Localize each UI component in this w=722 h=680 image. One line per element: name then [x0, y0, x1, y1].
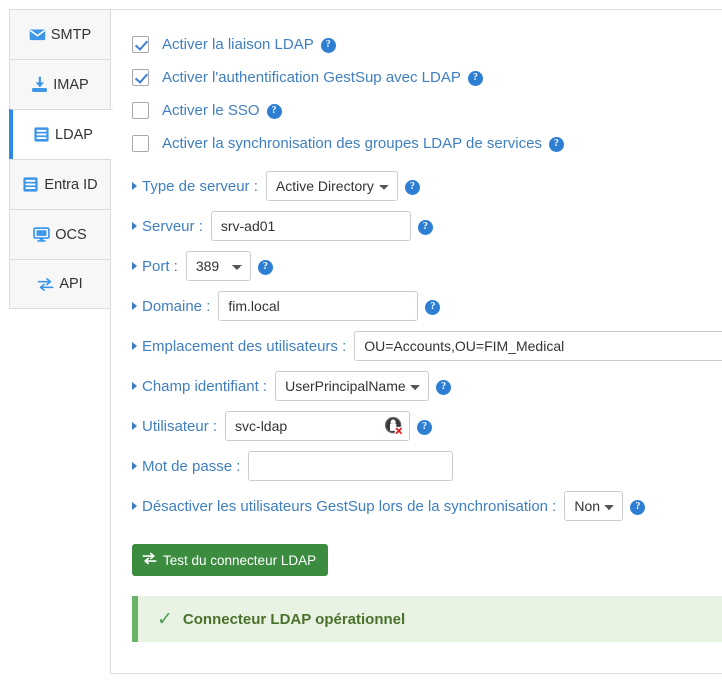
field-label-user: Utilisateur :	[132, 418, 217, 435]
sidebar-item-api[interactable]: API	[9, 259, 111, 309]
bullet-triangle-icon	[132, 502, 137, 510]
sidebar-item-label: OCS	[55, 226, 87, 243]
test-ldap-connector-button[interactable]: Test du connecteur LDAP	[132, 544, 329, 576]
domain-input[interactable]	[218, 291, 419, 321]
alert-message: Connecteur LDAP opérationnel	[182, 610, 406, 628]
sidebar-item-label: IMAP	[53, 76, 89, 93]
field-label-users-location: Emplacement des utilisateurs :	[132, 338, 346, 355]
server-type-select[interactable]: Active DirectoryOpenLDAP	[265, 171, 398, 201]
field-row-password: Mot de passe :	[132, 446, 722, 486]
desktop-icon	[33, 226, 51, 243]
password-input[interactable]	[248, 451, 454, 481]
users-location-input[interactable]	[354, 331, 722, 361]
field-row-user: Utilisateur : ?	[132, 406, 722, 446]
check-icon: ✓	[157, 608, 173, 630]
sidebar-item-label: LDAP	[55, 126, 93, 143]
bullet-triangle-icon	[132, 382, 137, 390]
test-button-row: Test du connecteur LDAP	[132, 544, 722, 576]
help-icon[interactable]: ?	[320, 37, 336, 53]
envelope-icon	[29, 26, 46, 43]
ldap-status-alert: ✓ Connecteur LDAP opérationnel	[132, 596, 722, 642]
bullet-triangle-icon	[132, 342, 137, 350]
ldap-settings-panel: Activer la liaison LDAP ? Activer l'auth…	[110, 9, 722, 674]
field-row-domain: Domaine : ?	[132, 286, 722, 326]
server-icon	[22, 176, 39, 193]
field-label-password: Mot de passe :	[132, 458, 240, 475]
disable-users-select[interactable]: NonOui	[564, 491, 624, 521]
checkbox-enable-gestsup-auth[interactable]	[132, 68, 149, 86]
sidebar-item-label: Entra ID	[44, 176, 98, 193]
field-row-server-type: Type de serveur : Active DirectoryOpenLD…	[132, 166, 722, 206]
bullet-triangle-icon	[132, 222, 137, 230]
sidebar-item-label: API	[59, 276, 83, 292]
bullet-triangle-icon	[132, 182, 137, 190]
sidebar-item-label: SMTP	[50, 26, 92, 43]
checkbox-enable-group-sync[interactable]	[132, 134, 149, 152]
field-row-users-location: Emplacement des utilisateurs : ?	[132, 326, 722, 366]
id-field-select[interactable]: UserPrincipalNamesAMAccountNamemailcn	[275, 371, 430, 401]
checkbox-label: Activer la synchronisation des groupes L…	[162, 134, 542, 152]
user-input[interactable]	[225, 411, 411, 441]
help-icon[interactable]: ?	[630, 499, 646, 515]
ldap-settings-page: SMTP IMAP LDAP Entra ID OCS API Activer …	[0, 0, 722, 680]
exchange-arrows-icon	[37, 276, 54, 293]
field-label-id-field: Champ identifiant :	[132, 378, 267, 395]
bullet-triangle-icon	[132, 422, 137, 430]
test-button-label: Test du connecteur LDAP	[163, 552, 317, 568]
help-icon[interactable]: ?	[548, 136, 564, 152]
server-input[interactable]	[210, 211, 411, 241]
sidebar-item-imap[interactable]: IMAP	[9, 59, 111, 109]
exchange-arrows-icon	[142, 551, 157, 569]
field-label-server: Serveur :	[132, 218, 203, 235]
help-icon[interactable]: ?	[436, 379, 452, 395]
sidebar-item-ocs[interactable]: OCS	[9, 209, 111, 259]
help-icon[interactable]: ?	[417, 419, 433, 435]
sidebar-item-entra-id[interactable]: Entra ID	[9, 159, 111, 209]
field-row-id-field: Champ identifiant : UserPrincipalNamesAM…	[132, 366, 722, 406]
help-icon[interactable]: ?	[257, 259, 273, 275]
field-row-disable-users: Désactiver les utilisateurs GestSup lors…	[132, 486, 722, 526]
field-label-domain: Domaine :	[132, 298, 210, 315]
field-label-disable-users: Désactiver les utilisateurs GestSup lors…	[132, 498, 556, 515]
bullet-triangle-icon	[132, 462, 137, 470]
help-icon[interactable]: ?	[467, 70, 483, 86]
inbox-download-icon	[31, 76, 48, 93]
bullet-triangle-icon	[132, 262, 137, 270]
checkbox-label: Activer l'authentification GestSup avec …	[162, 68, 461, 86]
field-label-port: Port :	[132, 258, 178, 275]
checkbox-enable-ldap-link[interactable]	[132, 35, 149, 53]
help-icon[interactable]: ?	[266, 103, 282, 119]
settings-tab-sidebar: SMTP IMAP LDAP Entra ID OCS API	[9, 9, 113, 309]
checkbox-row-enable-group-sync: Activer la synchronisation des groupes L…	[132, 127, 722, 159]
sidebar-item-smtp[interactable]: SMTP	[9, 9, 111, 59]
checkbox-row-enable-ldap-link: Activer la liaison LDAP ?	[132, 28, 722, 60]
help-icon[interactable]: ?	[425, 299, 441, 315]
field-row-server: Serveur : ?	[132, 206, 722, 246]
help-icon[interactable]: ?	[417, 219, 433, 235]
checkbox-row-enable-gestsup-auth: Activer l'authentification GestSup avec …	[132, 61, 722, 93]
sidebar-item-ldap[interactable]: LDAP	[9, 109, 113, 159]
checkbox-label: Activer la liaison LDAP	[162, 35, 314, 53]
user-input-wrapper	[217, 411, 411, 441]
bullet-triangle-icon	[132, 302, 137, 310]
server-icon	[33, 126, 50, 143]
field-row-port: Port : 38963632683269 ?	[132, 246, 722, 286]
field-label-server-type: Type de serveur :	[132, 178, 258, 195]
checkbox-enable-sso[interactable]	[132, 101, 149, 119]
checkbox-label: Activer le SSO	[162, 101, 260, 119]
port-select[interactable]: 38963632683269	[185, 251, 251, 281]
help-icon[interactable]: ?	[404, 179, 420, 195]
checkbox-row-enable-sso: Activer le SSO ?	[132, 94, 722, 126]
